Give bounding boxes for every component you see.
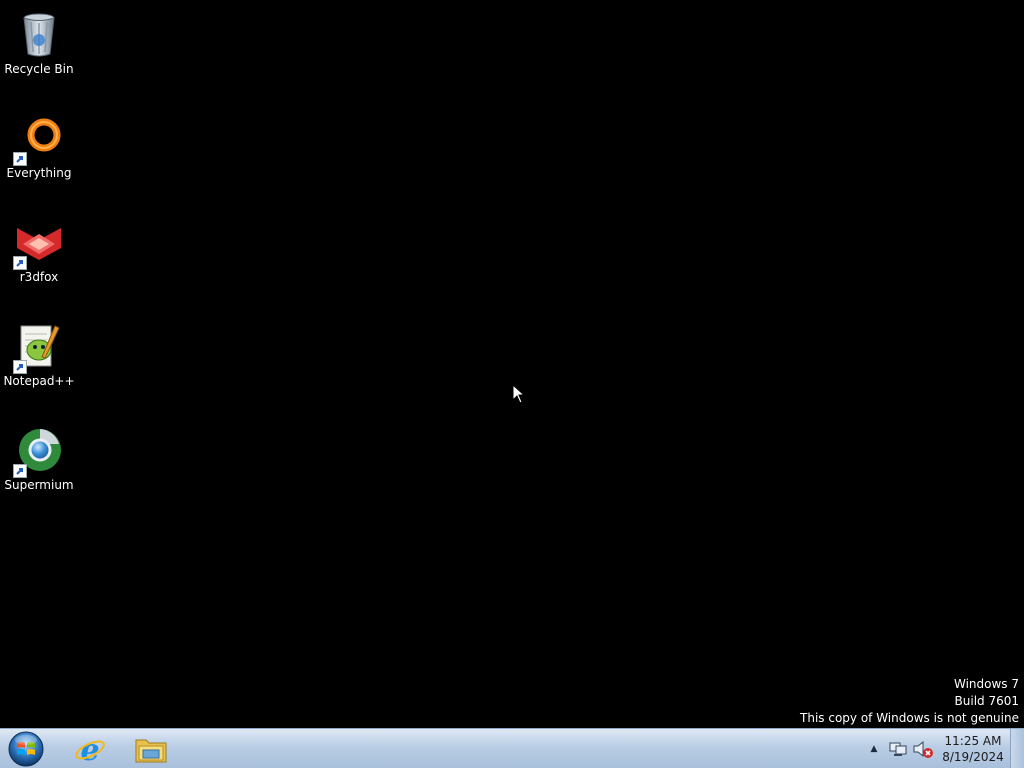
- internet-explorer-icon: e: [75, 733, 105, 765]
- tray-overflow-button[interactable]: ▲: [867, 739, 881, 759]
- desktop-icon-label: Recycle Bin: [4, 62, 74, 76]
- watermark-os-name: Windows 7: [953, 677, 1019, 691]
- desktop-icon-label: Everything: [6, 166, 72, 180]
- watermark-build: Build 7601: [954, 694, 1019, 708]
- volume-muted-icon[interactable]: [912, 739, 934, 759]
- show-desktop-button[interactable]: [1010, 729, 1024, 768]
- r3dfox-icon: [13, 218, 63, 270]
- desktop-icon-everything[interactable]: Everything: [0, 108, 78, 204]
- shortcut-arrow-icon: [13, 360, 27, 374]
- taskbar-windows-explorer[interactable]: [122, 730, 180, 768]
- desktop-icon-supermium[interactable]: Supermium: [0, 420, 78, 516]
- mouse-pointer-icon: [512, 383, 526, 404]
- desktop-icon-label: Notepad++: [3, 374, 75, 388]
- svg-text:e: e: [80, 733, 99, 765]
- desktop-icon-notepad-plus-plus[interactable]: Notepad++: [0, 316, 78, 412]
- shortcut-arrow-icon: [13, 152, 27, 166]
- clock-date: 8/19/2024: [942, 750, 1004, 764]
- shortcut-arrow-icon: [13, 256, 27, 270]
- clock-time: 11:25 AM: [944, 734, 1002, 748]
- notepad-plus-plus-icon: [13, 322, 63, 374]
- desktop-icon-r3dfox[interactable]: r3dfox: [0, 212, 78, 308]
- taskbar: e ▲ 11:25 AM 8/19/2024: [0, 728, 1024, 768]
- windows-start-orb-icon: [8, 731, 44, 767]
- windows-watermark: Windows 7 Build 7601 This copy of Window…: [800, 676, 1019, 727]
- windows-explorer-icon: [135, 739, 167, 763]
- taskbar-clock[interactable]: 11:25 AM 8/19/2024: [940, 733, 1006, 765]
- desktop-icon-label: Supermium: [4, 478, 74, 492]
- desktop-icon-recycle-bin[interactable]: Recycle Bin: [0, 4, 78, 100]
- desktop-icon-label: r3dfox: [19, 270, 59, 284]
- shortcut-arrow-icon: [13, 464, 27, 478]
- recycle-bin-icon: [15, 10, 63, 58]
- everything-icon: [13, 114, 63, 166]
- supermium-icon: [13, 426, 63, 478]
- desktop[interactable]: Recycle Bin Everything r3dfox Notepad++ …: [0, 0, 1024, 728]
- watermark-genuine-notice: This copy of Windows is not genuine: [800, 711, 1019, 725]
- network-icon[interactable]: [888, 739, 908, 759]
- start-button[interactable]: [4, 730, 48, 768]
- taskbar-internet-explorer[interactable]: e: [61, 730, 119, 768]
